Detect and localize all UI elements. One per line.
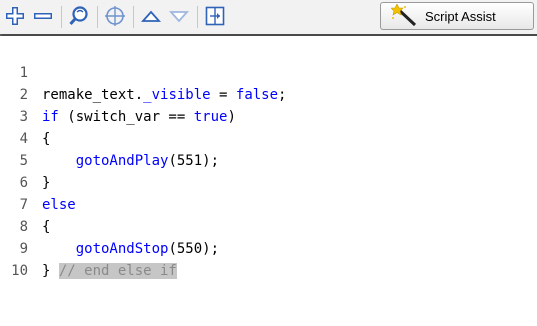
toolbar-divider xyxy=(197,6,198,28)
actions-toolbar: Script Assist xyxy=(0,0,537,36)
move-down-button[interactable] xyxy=(166,4,192,28)
delete-statement-button[interactable] xyxy=(30,4,56,28)
triangle-up-icon xyxy=(140,10,162,22)
move-up-button[interactable] xyxy=(138,4,164,28)
code-line: 1 remake_text._visible = false; xyxy=(0,40,537,103)
code-line: 10 xyxy=(0,238,537,279)
highlighted-comment: // end else if xyxy=(58,263,177,279)
code-line: 6 else xyxy=(0,150,537,213)
crosshair-icon xyxy=(105,6,125,26)
code-line: 3 { xyxy=(0,84,537,147)
toolbar-divider xyxy=(133,6,134,28)
add-statement-button[interactable] xyxy=(2,4,28,28)
magic-wand-icon xyxy=(391,4,417,27)
code-text: } // end else if xyxy=(42,260,177,282)
script-assist-label: Script Assist xyxy=(425,8,496,24)
script-assist-button[interactable]: Script Assist xyxy=(380,2,534,30)
code-line: 4 gotoAndPlay(551); xyxy=(0,106,537,169)
code-line: 5 } xyxy=(0,128,537,191)
line-number: 10 xyxy=(11,263,28,279)
code-line: 2 if (switch_var == true) xyxy=(0,62,537,125)
code-line: 9 } // end else if xyxy=(0,216,537,279)
script-editor[interactable]: 1 remake_text._visible = false; 2 if (sw… xyxy=(0,36,537,321)
triangle-down-icon xyxy=(168,11,190,23)
show-code-hint-button[interactable] xyxy=(202,4,228,28)
code-line: 7 { xyxy=(0,172,537,235)
toolbar-divider xyxy=(61,6,62,28)
minus-icon xyxy=(34,13,52,19)
magnifier-icon xyxy=(69,6,88,26)
code-line: 8 gotoAndStop(550); xyxy=(0,194,537,257)
plus-cross-icon xyxy=(6,7,24,25)
insert-target-path-button[interactable] xyxy=(102,4,128,28)
toolbar-divider xyxy=(97,6,98,28)
code-hint-icon xyxy=(205,6,225,26)
find-button[interactable] xyxy=(66,4,92,28)
actions-panel: Script Assist 1 remake_text._visible = f… xyxy=(0,0,537,321)
